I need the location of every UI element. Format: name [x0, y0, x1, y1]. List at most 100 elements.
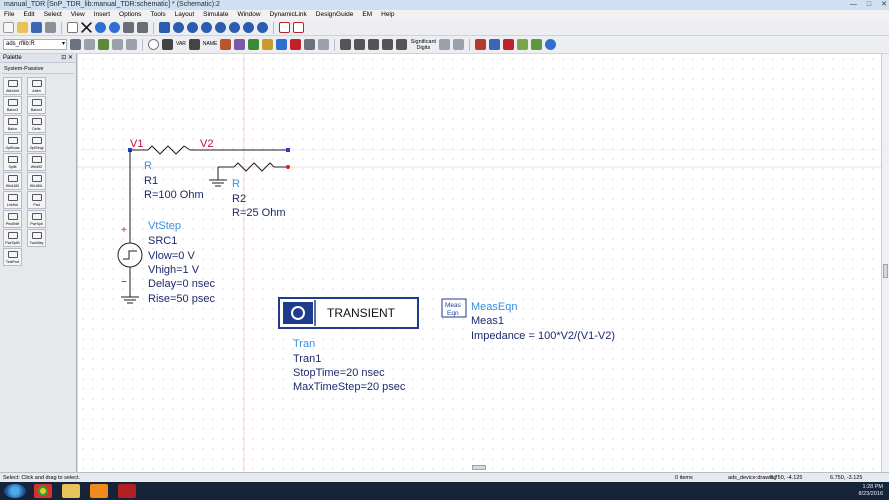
wire-label-button[interactable]: NAME — [203, 39, 217, 50]
menu-simulate[interactable]: Simulate — [203, 10, 228, 20]
palette-item-optbuas[interactable]: OptBuas — [3, 134, 22, 152]
push-into-hierarchy-icon[interactable] — [112, 39, 123, 50]
op-annotation-icon[interactable] — [368, 39, 380, 50]
menu-dynamiclink[interactable]: DynamicLink — [270, 10, 307, 20]
zoom-out-icon[interactable] — [201, 22, 212, 33]
palette-item-balun4[interactable]: Balun4 — [27, 96, 46, 114]
menu-edit[interactable]: Edit — [23, 10, 34, 20]
voltage-annotation-icon[interactable] — [340, 39, 352, 50]
start-button-icon[interactable] — [4, 484, 26, 498]
menu-insert[interactable]: Insert — [94, 10, 110, 20]
cancel-icon[interactable] — [293, 22, 304, 33]
media-app-icon[interactable] — [90, 484, 108, 498]
zoom-area-icon[interactable] — [173, 22, 184, 33]
palette-item-balun[interactable]: Balun — [3, 115, 22, 133]
palette-item-wbd90[interactable]: Wbd90 — [27, 153, 46, 171]
menu-designguide[interactable]: DesignGuide — [316, 10, 354, 20]
save-icon[interactable] — [31, 22, 42, 33]
palette-item-pad[interactable]: Pad — [27, 191, 46, 209]
close-button[interactable]: ✕ — [881, 0, 887, 10]
schematic-canvas[interactable]: + − V1 V2 R R1 R=100 Ohm R R2 R=25 Ohm V… — [78, 54, 881, 472]
digits-up-icon[interactable] — [439, 39, 451, 50]
palette-item-phsshift[interactable]: PhsShift — [3, 210, 22, 228]
s-parameters-icon[interactable] — [489, 39, 501, 50]
palette-category-select[interactable]: System-Passive — [2, 65, 74, 74]
short-icon[interactable] — [234, 39, 246, 50]
menu-view[interactable]: View — [71, 10, 85, 20]
harmonic-balance-icon[interactable] — [517, 39, 529, 50]
menu-options[interactable]: Options — [119, 10, 141, 20]
file-explorer-icon[interactable] — [62, 484, 80, 498]
print-icon[interactable] — [45, 22, 56, 33]
palette-item-wb180l[interactable]: Wb180L — [27, 172, 46, 190]
maximize-button[interactable]: □ — [867, 0, 871, 10]
system-tray-clock[interactable]: 1:28 PM 8/23/2016 — [859, 484, 883, 498]
palette-item-balun3[interactable]: Balun3 — [3, 96, 22, 114]
generate-layout-icon[interactable] — [290, 39, 302, 50]
simulate-icon[interactable] — [276, 39, 288, 50]
tune-icon[interactable] — [262, 39, 274, 50]
insert-ground-icon[interactable] — [162, 39, 173, 50]
help-icon[interactable] — [545, 39, 557, 50]
palette-item-optsingl[interactable]: OptSingl — [27, 134, 46, 152]
menu-window[interactable]: Window — [237, 10, 260, 20]
redo-icon[interactable] — [109, 22, 120, 33]
minimize-button[interactable]: — — [850, 0, 857, 10]
component-library-icon[interactable] — [70, 39, 81, 50]
digits-down-icon[interactable] — [453, 39, 465, 50]
menu-layout[interactable]: Layout — [175, 10, 195, 20]
zoom-fit-icon[interactable] — [215, 22, 226, 33]
resistor-r2[interactable] — [209, 162, 290, 187]
clear-annotation-icon[interactable] — [396, 39, 408, 50]
meas-eqn-block[interactable]: Meas Eqn — [441, 298, 467, 318]
check-design-icon[interactable] — [318, 39, 330, 50]
insert-port-icon[interactable] — [98, 39, 109, 50]
palette-item-pwrsplt[interactable]: PwrSplt — [27, 210, 46, 228]
em-icon[interactable] — [503, 39, 515, 50]
palette-item-attnunit[interactable]: AttnUnit — [3, 77, 22, 95]
component-library-select[interactable]: ads_rflib:R — [3, 39, 67, 50]
stop-simulation-icon[interactable] — [279, 22, 290, 33]
palette-item-deltx[interactable]: Deltx — [27, 115, 46, 133]
menu-em[interactable]: EM — [362, 10, 372, 20]
zoom-view-all-icon[interactable] — [229, 22, 240, 33]
palette-item-splitt[interactable]: Splitt — [3, 153, 22, 171]
zoom-next-icon[interactable] — [257, 22, 268, 33]
delete-icon[interactable] — [81, 22, 92, 33]
data-display-icon[interactable] — [475, 39, 487, 50]
node-label-v1[interactable]: V1 — [130, 138, 143, 150]
component-history-icon[interactable] — [84, 39, 95, 50]
zoom-previous-icon[interactable] — [243, 22, 254, 33]
activate-icon[interactable] — [248, 39, 260, 50]
palette-controls[interactable]: ⊡ ✕ — [61, 54, 73, 63]
horizontal-scroll-thumb[interactable] — [472, 465, 486, 470]
menu-help[interactable]: Help — [381, 10, 394, 20]
palette-item-lnkhol[interactable]: LnkHol — [3, 191, 22, 209]
var-eqn-label[interactable]: VAR — [176, 39, 186, 50]
palette-item-testport[interactable]: TestPort — [3, 248, 22, 266]
insert-wire-icon[interactable] — [188, 39, 200, 50]
zoom-in-icon[interactable] — [187, 22, 198, 33]
node-label-v2[interactable]: V2 — [200, 138, 213, 150]
transient-controller[interactable]: TRANSIENT — [278, 297, 419, 329]
palette-item-twoway[interactable]: TwoWay — [27, 229, 46, 247]
new-file-icon[interactable] — [3, 22, 14, 33]
chrome-browser-icon[interactable] — [34, 484, 52, 498]
pop-out-icon[interactable] — [126, 39, 137, 50]
select-arrow-icon[interactable] — [67, 22, 78, 33]
significant-digits-control[interactable]: Significant Digits — [410, 39, 436, 51]
current-annotation-icon[interactable] — [354, 39, 366, 50]
vertical-scrollbar[interactable] — [881, 54, 889, 472]
menu-file[interactable]: File — [4, 10, 14, 20]
ads-app-icon[interactable] — [118, 484, 136, 498]
deactivate-icon[interactable] — [220, 39, 232, 50]
undo-icon[interactable] — [95, 22, 106, 33]
vertical-scroll-thumb[interactable] — [883, 264, 888, 278]
dc-annotation-icon[interactable] — [382, 39, 394, 50]
mirror-icon[interactable] — [137, 22, 148, 33]
menu-tools[interactable]: Tools — [150, 10, 165, 20]
h-icon[interactable] — [531, 39, 543, 50]
menu-select[interactable]: Select — [44, 10, 62, 20]
palette-item-wbd180[interactable]: Wbd180 — [3, 172, 22, 190]
step-voltage-source[interactable]: + − — [117, 150, 143, 304]
